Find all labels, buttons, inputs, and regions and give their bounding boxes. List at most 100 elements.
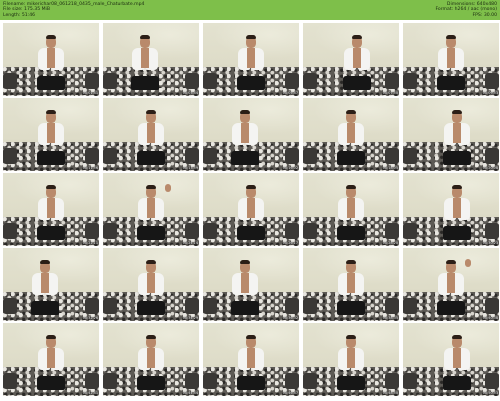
contact-sheet: Filename: mikerichar08_061218_0435_male_…: [0, 0, 500, 401]
couch-armrest: [285, 147, 299, 164]
couch-armrest: [303, 72, 317, 89]
timestamp-label: 00:24:14: [182, 241, 198, 245]
video-thumbnail: 00:32:26: [3, 248, 99, 321]
person-figure: [335, 335, 367, 391]
video-thumbnail: 00:26:17: [203, 173, 299, 246]
person-figure: [229, 110, 261, 166]
video-thumbnail: 00:11:56: [3, 98, 99, 171]
person-figure: [341, 35, 373, 91]
video-thumbnail: 00:28:20: [303, 173, 399, 246]
person-figure: [441, 110, 473, 166]
person-figure: [435, 35, 467, 91]
video-thumbnail: 00:20:08: [403, 98, 499, 171]
person-figure: [229, 260, 261, 316]
timestamp-label: 00:44:44: [182, 391, 198, 395]
couch-armrest: [485, 147, 499, 164]
fps-text: FPS: 30.00: [472, 12, 498, 18]
couch-armrest: [3, 72, 17, 89]
couch-armrest: [203, 72, 217, 89]
couch-armrest: [203, 147, 217, 164]
timestamp-label: 00:42:41: [82, 391, 98, 395]
couch-armrest: [403, 372, 417, 389]
couch-armrest: [385, 297, 399, 314]
couch-armrest: [403, 147, 417, 164]
couch-armrest: [403, 297, 417, 314]
couch-armrest: [85, 147, 99, 164]
couch-armrest: [203, 297, 217, 314]
person-figure: [135, 260, 167, 316]
timestamp-label: 00:32:26: [82, 316, 98, 320]
timestamp-label: 00:20:08: [482, 166, 498, 170]
timestamp-label: 00:05:47: [282, 91, 298, 95]
video-thumbnail: 00:48:50: [303, 323, 399, 396]
person-figure: [435, 259, 471, 316]
timestamp-label: 00:18:05: [382, 166, 398, 170]
couch-armrest: [3, 297, 17, 314]
video-thumbnail: 00:05:47: [203, 23, 299, 96]
person-figure: [235, 35, 267, 91]
file-info-left: Filename: mikerichar08_061218_0435_male_…: [3, 2, 144, 18]
couch-armrest: [385, 372, 399, 389]
person-figure: [235, 335, 267, 391]
couch-armrest: [485, 372, 499, 389]
couch-armrest: [385, 222, 399, 239]
couch-armrest: [103, 72, 117, 89]
person-figure: [35, 185, 67, 241]
couch-armrest: [385, 147, 399, 164]
couch-armrest: [185, 222, 199, 239]
timestamp-label: 00:11:56: [82, 166, 98, 170]
couch-armrest: [303, 147, 317, 164]
timestamp-label: 00:40:38: [482, 316, 498, 320]
person-figure: [129, 35, 161, 91]
video-thumbnail: 00:16:02: [203, 98, 299, 171]
couch-armrest: [85, 222, 99, 239]
timestamp-label: 00:13:59: [182, 166, 198, 170]
video-thumbnail: 00:36:32: [203, 248, 299, 321]
couch-armrest: [303, 222, 317, 239]
timestamp-label: 00:01:41: [82, 91, 98, 95]
couch-armrest: [403, 72, 417, 89]
couch-armrest: [485, 297, 499, 314]
couch-armrest: [303, 372, 317, 389]
timestamp-label: 00:30:23: [482, 241, 498, 245]
couch-armrest: [3, 147, 17, 164]
couch-armrest: [285, 297, 299, 314]
video-thumbnail: 00:50:53: [403, 323, 499, 396]
timestamp-label: 00:38:35: [382, 316, 398, 320]
couch-armrest: [185, 297, 199, 314]
couch-armrest: [103, 297, 117, 314]
person-figure: [35, 335, 67, 391]
person-figure: [335, 110, 367, 166]
video-thumbnail: 00:01:41: [3, 23, 99, 96]
video-thumbnail: 00:22:11: [3, 173, 99, 246]
info-header: Filename: mikerichar08_061218_0435_male_…: [0, 0, 500, 20]
timestamp-label: 00:26:17: [282, 241, 298, 245]
video-thumbnail: 00:46:47: [203, 323, 299, 396]
couch-armrest: [103, 222, 117, 239]
timestamp-label: 00:28:20: [382, 241, 398, 245]
couch-armrest: [385, 72, 399, 89]
video-thumbnail: 00:18:05: [303, 98, 399, 171]
couch-armrest: [3, 372, 17, 389]
couch-armrest: [285, 372, 299, 389]
couch-armrest: [103, 372, 117, 389]
video-thumbnail: 00:09:53: [403, 23, 499, 96]
person-figure: [441, 185, 473, 241]
video-thumbnail: 00:24:14: [103, 173, 199, 246]
couch-armrest: [285, 222, 299, 239]
person-figure: [35, 35, 67, 91]
timestamp-label: 00:09:53: [482, 91, 498, 95]
video-thumbnail: 00:44:44: [103, 323, 199, 396]
couch-armrest: [203, 372, 217, 389]
length-text: Length: 51:46: [3, 12, 36, 18]
video-thumbnail: 00:03:44: [103, 23, 199, 96]
person-figure: [135, 110, 167, 166]
couch-armrest: [185, 372, 199, 389]
timestamp-label: 00:46:47: [282, 391, 298, 395]
couch-armrest: [85, 297, 99, 314]
person-figure: [335, 260, 367, 316]
couch-armrest: [303, 297, 317, 314]
timestamp-label: 00:34:29: [182, 316, 198, 320]
person-figure: [335, 185, 367, 241]
couch-armrest: [403, 222, 417, 239]
